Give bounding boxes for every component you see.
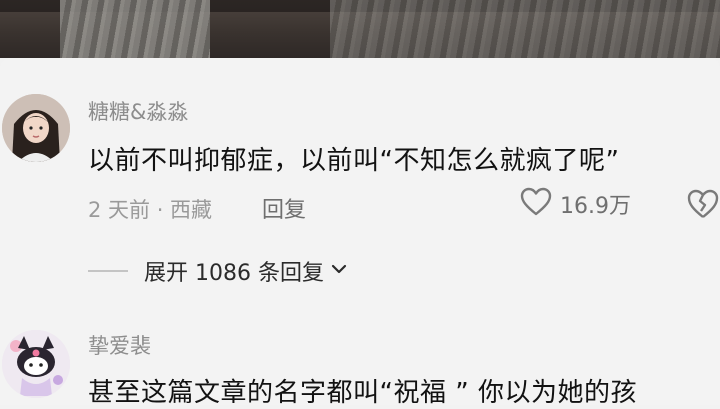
- video-stone-right: [330, 0, 720, 58]
- heart-outline-icon: [520, 187, 552, 221]
- comment-username[interactable]: 挚爱裴: [88, 330, 151, 360]
- expand-divider: [88, 270, 128, 272]
- avatar[interactable]: [2, 94, 70, 162]
- avatar[interactable]: [2, 330, 70, 398]
- comment-panel: 糖糖&淼淼 以前不叫抑郁症，以前叫“不知怎么就疯了呢” 2 天前 · 西藏 回复…: [0, 58, 720, 408]
- comment-username[interactable]: 糖糖&淼淼: [88, 96, 188, 126]
- like-button[interactable]: 16.9万: [520, 186, 631, 222]
- chevron-down-icon: [328, 258, 350, 284]
- comment-text: 甚至这篇文章的名字都叫“祝福 ” 你以为她的孩: [88, 378, 637, 408]
- expand-replies-label: 展开 1086 条回复: [144, 261, 324, 286]
- reply-button[interactable]: 回复: [262, 192, 306, 224]
- video-background: [0, 0, 720, 58]
- comment-meta: 2 天前 · 西藏: [88, 198, 213, 222]
- comment-text: 以前不叫抑郁症，以前叫“不知怎么就疯了呢”: [88, 146, 620, 176]
- broken-heart-icon[interactable]: [686, 188, 720, 224]
- video-stone-left: [60, 0, 210, 58]
- like-count: 16.9万: [560, 194, 631, 219]
- expand-replies-button[interactable]: 展开 1086 条回复: [88, 254, 350, 288]
